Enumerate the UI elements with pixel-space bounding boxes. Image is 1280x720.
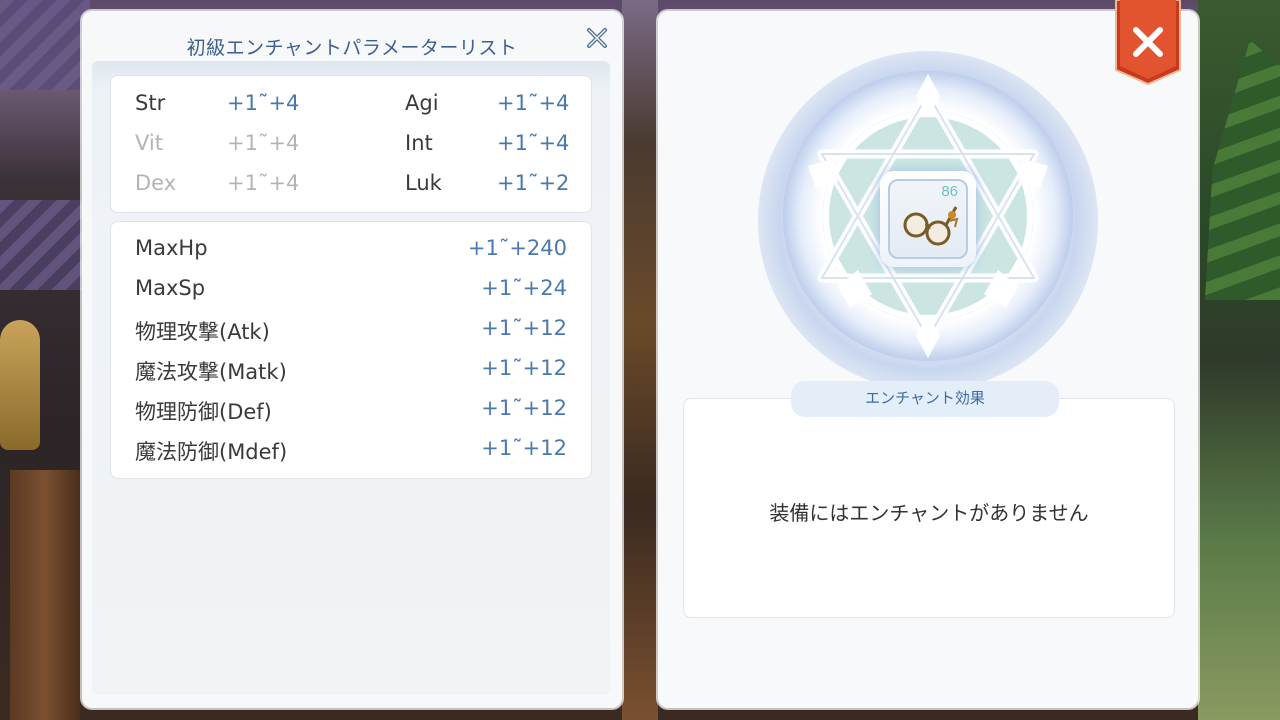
stat-name-vit: Vit [135, 131, 163, 155]
attr-value-atk: +1˜+12 [481, 316, 567, 340]
item-slot[interactable]: 86 [888, 179, 968, 259]
attr-name-mdef: 魔法防御(Mdef) [135, 440, 288, 464]
background-roof [0, 0, 90, 90]
attr-name-def: 物理防御(Def) [135, 400, 272, 424]
attr-value-mdef: +1˜+12 [481, 436, 567, 460]
stat-name-str: Str [135, 91, 166, 115]
background-roof-lower [0, 200, 85, 290]
attr-name-maxhp: MaxHp [135, 236, 208, 260]
enchant-parameter-panel: 初級エンチャントパラメーターリスト Str +1˜+4 Vit +1˜+4 De… [82, 11, 622, 708]
stat-value-dex: +1˜+4 [227, 171, 300, 195]
stat-name-luk: Luk [405, 171, 442, 195]
base-stats-card: Str +1˜+4 Vit +1˜+4 Dex +1˜+4 Agi +1˜+4 … [110, 75, 592, 213]
stat-name-int: Int [405, 131, 433, 155]
background-owl-statue [0, 320, 40, 450]
attr-value-def: +1˜+12 [481, 396, 567, 420]
attr-name-atk: 物理攻撃(Atk) [135, 320, 270, 344]
attr-value-maxsp: +1˜+24 [481, 276, 567, 300]
panel-content: Str +1˜+4 Vit +1˜+4 Dex +1˜+4 Agi +1˜+4 … [92, 61, 610, 695]
stat-value-luk: +1˜+2 [497, 171, 570, 195]
panel-title: 初級エンチャントパラメーターリスト [186, 37, 518, 59]
attr-name-maxsp: MaxSp [135, 276, 206, 300]
item-frame: 86 [880, 171, 976, 267]
stat-value-vit: +1˜+4 [227, 131, 300, 155]
stat-name-dex: Dex [135, 171, 177, 195]
attr-name-matk: 魔法攻撃(Matk) [135, 360, 287, 384]
background-middle-strip [622, 0, 658, 720]
stat-name-agi: Agi [405, 91, 439, 115]
attr-value-matk: +1˜+12 [481, 356, 567, 380]
attr-value-maxhp: +1˜+240 [467, 236, 567, 260]
close-button[interactable] [1114, 0, 1182, 86]
enchant-effect-box: 装備にはエンチャントがありません [683, 398, 1175, 618]
attribute-card: MaxHp +1˜+240 MaxSp +1˜+24 物理攻撃(Atk) +1˜… [110, 221, 592, 479]
glasses-icon [903, 206, 959, 246]
background-wood-post [10, 470, 80, 720]
enchant-item-panel: 86 装備にはエンチャントがありません エンチャント効果 [658, 11, 1198, 708]
no-enchant-message: 装備にはエンチャントがありません [769, 501, 1089, 525]
stat-value-agi: +1˜+4 [497, 91, 570, 115]
stat-value-str: +1˜+4 [227, 91, 300, 115]
enchant-effect-tab: エンチャント効果 [791, 381, 1059, 417]
item-level: 86 [941, 183, 958, 200]
stat-value-int: +1˜+4 [497, 131, 570, 155]
close-x-icon[interactable] [584, 25, 610, 51]
